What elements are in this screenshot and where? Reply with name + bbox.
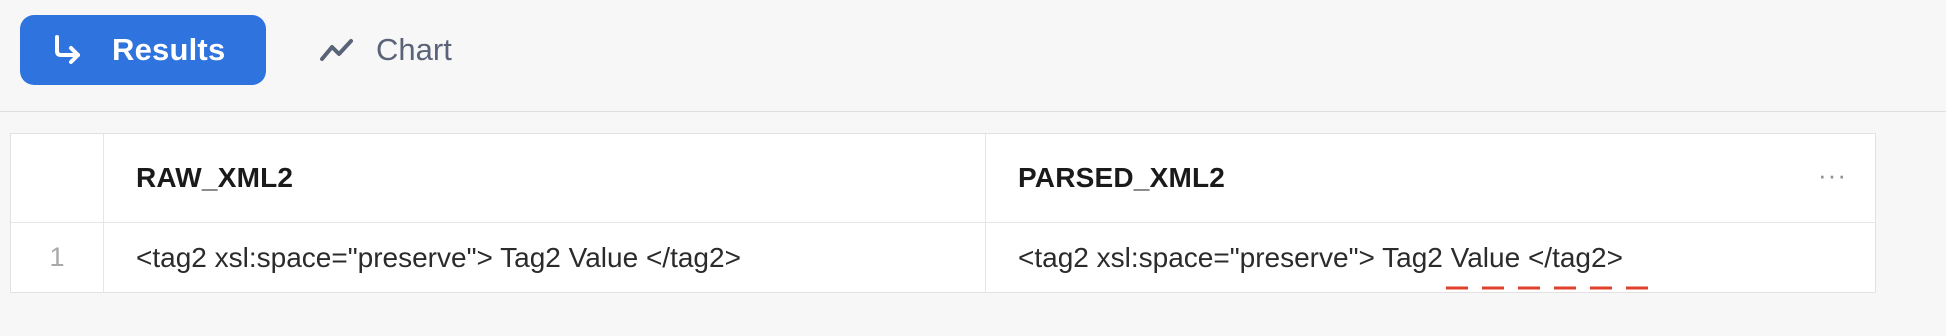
spellcheck-underline bbox=[1446, 286, 1656, 290]
trend-line-icon bbox=[318, 35, 356, 65]
column-header-label: RAW_XML2 bbox=[136, 162, 294, 193]
results-grid: RAW_XML2 PARSED_XML2 ··· 1 <tag2 xsl:spa… bbox=[10, 133, 1876, 293]
row-number-header bbox=[11, 134, 104, 222]
column-header-raw-xml2[interactable]: RAW_XML2 bbox=[104, 134, 986, 222]
row-number: 1 bbox=[49, 242, 65, 272]
row-number-cell: 1 bbox=[11, 222, 104, 293]
parsed-xml2-cell[interactable]: <tag2 xsl:space="preserve"> Tag2 Value <… bbox=[986, 222, 1875, 293]
more-horizontal-icon[interactable]: ··· bbox=[1818, 162, 1847, 188]
raw-xml2-cell[interactable]: <tag2 xsl:space="preserve"> Tag2 Value <… bbox=[104, 222, 986, 293]
column-header-parsed-xml2[interactable]: PARSED_XML2 ··· bbox=[986, 134, 1875, 222]
toolbar-divider bbox=[0, 111, 1946, 112]
table-row[interactable]: 1 <tag2 xsl:space="preserve"> Tag2 Value… bbox=[11, 222, 1875, 293]
chart-tab-label: Chart bbox=[376, 32, 452, 67]
grid-header-row: RAW_XML2 PARSED_XML2 ··· bbox=[11, 134, 1875, 223]
cell-value: <tag2 xsl:space="preserve"> Tag2 Value <… bbox=[1018, 241, 1623, 273]
column-header-label: PARSED_XML2 bbox=[1018, 162, 1226, 193]
chart-tab-button[interactable]: Chart bbox=[318, 15, 452, 85]
cell-value: <tag2 xsl:space="preserve"> Tag2 Value <… bbox=[136, 241, 741, 273]
results-tab-button[interactable]: Results bbox=[20, 15, 266, 85]
return-arrow-icon bbox=[50, 33, 84, 67]
results-toolbar: Results Chart bbox=[0, 0, 1946, 110]
results-tab-label: Results bbox=[112, 32, 226, 67]
